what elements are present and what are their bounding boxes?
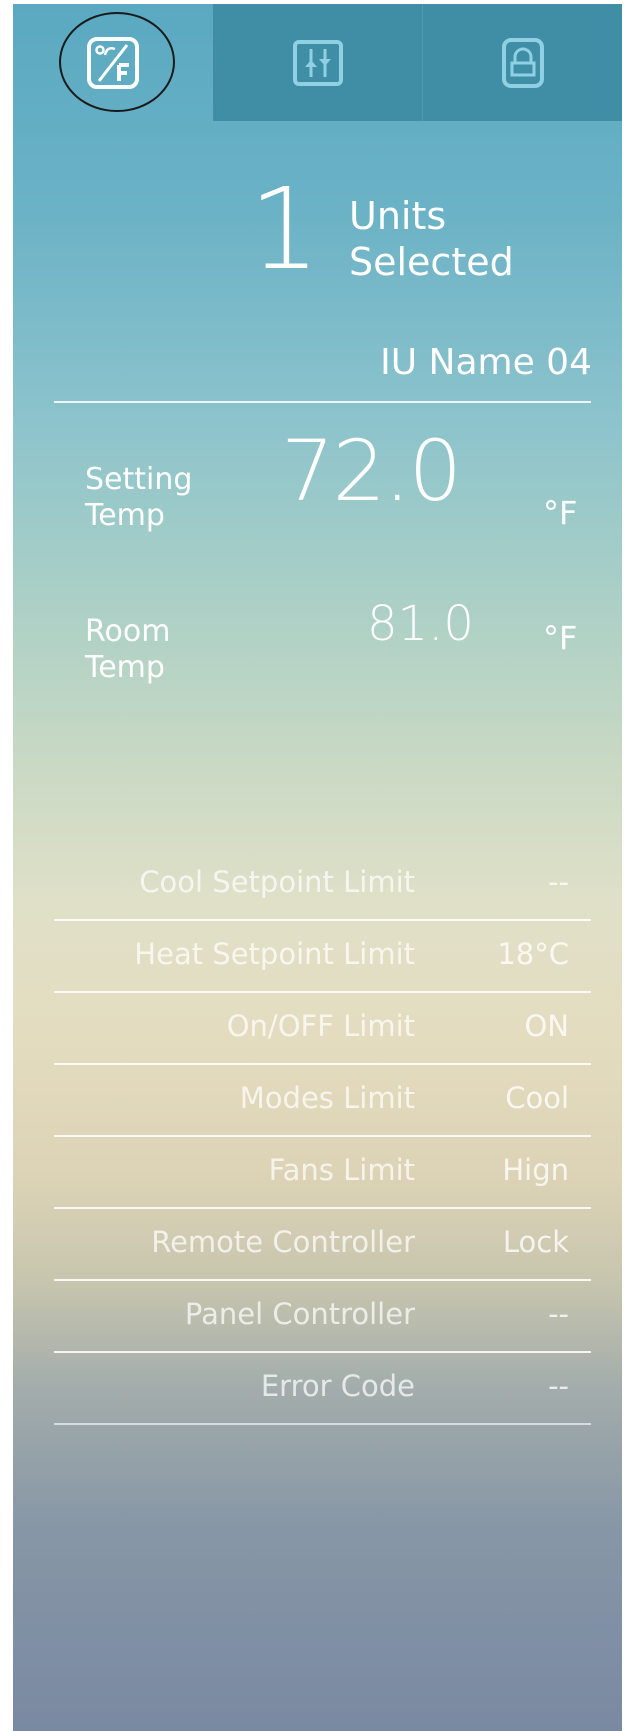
- limit-value: ON: [524, 1009, 569, 1043]
- limit-row-onoff: On/OFF Limit ON: [54, 993, 591, 1065]
- limit-row-cool-setpoint: Cool Setpoint Limit --: [54, 849, 591, 921]
- limit-row-remote-controller: Remote Controller Lock: [54, 1209, 591, 1281]
- room-temp-label-line2: Temp: [85, 650, 165, 685]
- unit-name: IU Name 04: [380, 342, 592, 383]
- tab-adjust[interactable]: [213, 4, 423, 121]
- divider: [54, 401, 591, 403]
- limit-label: Heat Setpoint Limit: [134, 937, 415, 971]
- room-temp-value: 81.0: [367, 596, 474, 652]
- limit-value: Lock: [502, 1225, 569, 1259]
- limit-row-error-code: Error Code --: [54, 1353, 591, 1425]
- limits-table: Cool Setpoint Limit -- Heat Setpoint Lim…: [54, 849, 591, 1425]
- room-temp-label-line1: Room: [85, 614, 171, 649]
- setting-temp-unit: °F: [543, 494, 578, 532]
- limit-value: --: [548, 1297, 569, 1331]
- selected-tab-highlight-ring: [59, 12, 175, 112]
- limit-row-fans: Fans Limit Hign: [54, 1137, 591, 1209]
- limit-label: Fans Limit: [268, 1153, 415, 1187]
- tab-bar: [13, 4, 622, 121]
- limit-label: Modes Limit: [239, 1081, 415, 1115]
- limit-row-panel-controller: Panel Controller --: [54, 1281, 591, 1353]
- limit-label: Cool Setpoint Limit: [139, 865, 415, 899]
- limit-value: --: [548, 1369, 569, 1403]
- limit-row-modes: Modes Limit Cool: [54, 1065, 591, 1137]
- limit-value: --: [548, 865, 569, 899]
- limit-value: 18°C: [497, 937, 569, 971]
- control-panel: 1 Units Selected IU Name 04 Setting Temp…: [13, 4, 622, 1731]
- tab-lock[interactable]: [423, 4, 622, 121]
- limit-label: Panel Controller: [184, 1297, 415, 1331]
- limit-label: Remote Controller: [151, 1225, 415, 1259]
- lock-icon: [501, 37, 544, 88]
- room-temp-unit: °F: [543, 619, 578, 657]
- selected-label: Selected: [349, 240, 514, 284]
- limit-value: Cool: [505, 1081, 569, 1115]
- setting-temp-label-line1: Setting: [85, 462, 193, 497]
- limit-label: On/OFF Limit: [226, 1009, 415, 1043]
- limit-row-heat-setpoint: Heat Setpoint Limit 18°C: [54, 921, 591, 993]
- sliders-icon: [292, 39, 343, 86]
- setting-temp-value[interactable]: 72.0: [281, 422, 462, 520]
- limit-label: Error Code: [260, 1369, 415, 1403]
- selected-count: 1: [249, 165, 321, 295]
- setting-temp-label-line2: Temp: [85, 498, 165, 533]
- limit-value: Hign: [502, 1153, 569, 1187]
- units-label: Units: [349, 194, 447, 238]
